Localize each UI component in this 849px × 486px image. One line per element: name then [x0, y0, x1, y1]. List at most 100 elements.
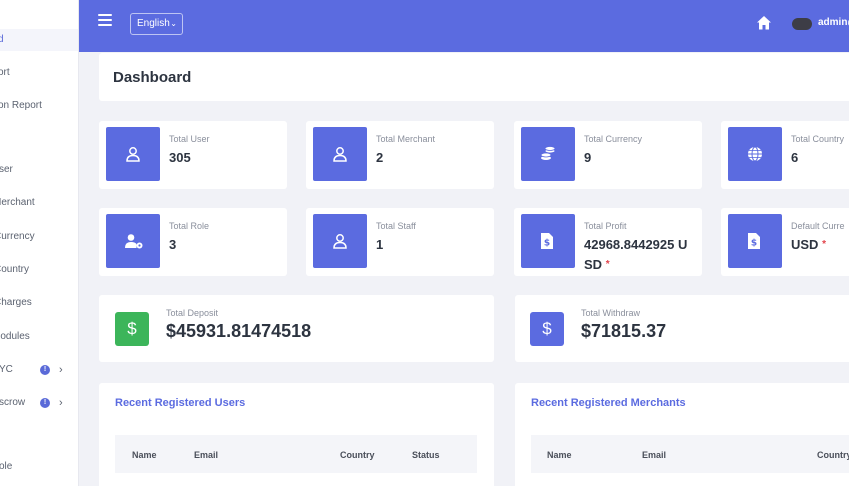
- info-badge-icon: !: [40, 365, 50, 375]
- globe-icon: [748, 146, 762, 162]
- user-gear-icon: [125, 234, 143, 249]
- column-header-status: Status: [412, 450, 440, 460]
- sidebar-item-label: Currency: [0, 231, 35, 242]
- language-select-value: English: [137, 18, 170, 29]
- stat-label: Total Staff: [376, 221, 416, 231]
- stat-icon-box: [728, 127, 782, 181]
- sidebar-item-country[interactable]: Country: [0, 259, 78, 281]
- sidebar-item-label: Modules: [0, 331, 30, 342]
- column-header-country: Country: [340, 450, 375, 460]
- column-header-email: Email: [642, 450, 667, 460]
- sidebar-item-charges[interactable]: Charges: [0, 292, 78, 314]
- chevron-down-icon: ⌄: [170, 19, 177, 28]
- stat-icon-box: [521, 127, 575, 181]
- coins-icon: [540, 146, 556, 160]
- sidebar-item-dashboard[interactable]: d: [0, 29, 78, 51]
- stat-value: USD *: [791, 235, 826, 255]
- required-marker: *: [822, 239, 826, 250]
- sidebar-item-label: ort: [0, 67, 10, 78]
- stat-card-total-user: Total User 305: [99, 121, 287, 189]
- sidebar-item-role[interactable]: ole: [0, 456, 78, 478]
- sidebar-item-label: YC: [0, 364, 13, 375]
- stat-value: 305: [169, 150, 191, 165]
- stat-label: Total Role: [169, 221, 210, 231]
- stat-value: 6: [791, 150, 799, 165]
- stat-card-total-role: Total Role 3: [99, 208, 287, 276]
- stat-card-total-country: Total Country 6: [721, 121, 849, 189]
- sidebar-item-report[interactable]: ort: [0, 62, 78, 84]
- admin-user-name[interactable]: admin@: [818, 17, 849, 28]
- stat-icon-box: $: [521, 214, 575, 268]
- total-withdraw-card: $ Total Withdraw $71815.37: [515, 295, 849, 362]
- dollar-file-icon: $: [541, 233, 553, 249]
- stat-card-default-currency: $ Default Curre USD *: [721, 208, 849, 276]
- sidebar-item-label: d: [0, 29, 4, 51]
- page-header-card: Dashboard: [99, 53, 849, 101]
- stat-value-text: 42968.8442925 USD: [584, 237, 688, 272]
- home-icon[interactable]: [756, 15, 772, 31]
- stat-value: 9: [584, 150, 592, 165]
- recent-merchants-title: Recent Registered Merchants: [531, 397, 686, 409]
- sidebar-item-kyc[interactable]: YC ! ›: [0, 359, 78, 381]
- sidebar-item-escrow[interactable]: scrow ! ›: [0, 392, 78, 414]
- stat-card-total-currency: Total Currency 9: [514, 121, 702, 189]
- sidebar-item-merchant[interactable]: Merchant: [0, 192, 78, 214]
- column-header-name: Name: [547, 450, 572, 460]
- info-badge-icon: !: [40, 398, 50, 408]
- user-icon: [333, 147, 347, 162]
- user-icon: [126, 147, 140, 162]
- sidebar-item-label: scrow: [0, 397, 26, 408]
- sidebar-item-label: on Report: [0, 100, 42, 111]
- stat-icon-box: [313, 214, 367, 268]
- recent-users-card: Recent Registered Users Name Email Count…: [99, 383, 494, 486]
- stat-card-total-merchant: Total Merchant 2: [306, 121, 494, 189]
- stat-label: Total Profit: [584, 221, 627, 231]
- stat-label: Default Curre: [791, 221, 845, 231]
- sidebar-item-user[interactable]: ser: [0, 159, 78, 181]
- stat-value-text: USD: [791, 237, 819, 252]
- column-header-email: Email: [194, 450, 219, 460]
- stat-label: Total Country: [791, 134, 845, 144]
- sidebar-item-modules[interactable]: Modules: [0, 326, 78, 348]
- chevron-right-icon: ›: [59, 397, 63, 409]
- column-header-name: Name: [132, 450, 157, 460]
- dollar-file-icon: $: [748, 233, 760, 249]
- column-header-country: Country: [817, 450, 849, 460]
- chevron-right-icon: ›: [59, 364, 63, 376]
- stat-card-total-profit: $ Total Profit 42968.8442925 USD *: [514, 208, 702, 276]
- stat-icon-box: [106, 127, 160, 181]
- total-deposit-label: Total Deposit: [166, 308, 219, 318]
- total-withdraw-label: Total Withdraw: [581, 308, 641, 318]
- sidebar-item-label: ser: [0, 164, 13, 175]
- stat-value: 42968.8442925 USD *: [584, 235, 696, 275]
- menu-toggle-icon[interactable]: [98, 14, 112, 26]
- sidebar: d ort on Report ser Merchant Currency Co…: [0, 0, 79, 486]
- user-icon: [333, 234, 347, 249]
- dollar-icon: $: [530, 312, 564, 346]
- avatar[interactable]: [792, 18, 812, 30]
- stat-label: Total User: [169, 134, 210, 144]
- stat-card-total-staff: Total Staff 1: [306, 208, 494, 276]
- total-withdraw-value: $71815.37: [581, 321, 667, 341]
- page-title: Dashboard: [113, 69, 192, 86]
- recent-merchants-table-header: Name Email Country: [531, 435, 849, 473]
- sidebar-item-label: Country: [0, 264, 30, 275]
- stat-value: 1: [376, 237, 384, 252]
- sidebar-item-label: Charges: [0, 297, 32, 308]
- top-navbar: English ⌄ admin@: [79, 0, 849, 52]
- stat-label: Total Currency: [584, 134, 643, 144]
- stat-value: 2: [376, 150, 384, 165]
- recent-users-title: Recent Registered Users: [115, 397, 246, 409]
- stat-icon-box: $: [728, 214, 782, 268]
- sidebar-item-label: ole: [0, 461, 13, 472]
- recent-users-table-header: Name Email Country Status: [115, 435, 477, 473]
- svg-text:$: $: [751, 239, 757, 249]
- dollar-icon: $: [115, 312, 149, 346]
- language-select[interactable]: English ⌄: [130, 13, 183, 35]
- sidebar-item-currency[interactable]: Currency: [0, 226, 78, 248]
- total-deposit-card: $ Total Deposit $45931.81474518: [99, 295, 494, 362]
- svg-text:$: $: [544, 239, 550, 249]
- sidebar-item-transaction-report[interactable]: on Report: [0, 95, 78, 117]
- total-deposit-value: $45931.81474518: [166, 321, 312, 341]
- stat-value: 3: [169, 237, 177, 252]
